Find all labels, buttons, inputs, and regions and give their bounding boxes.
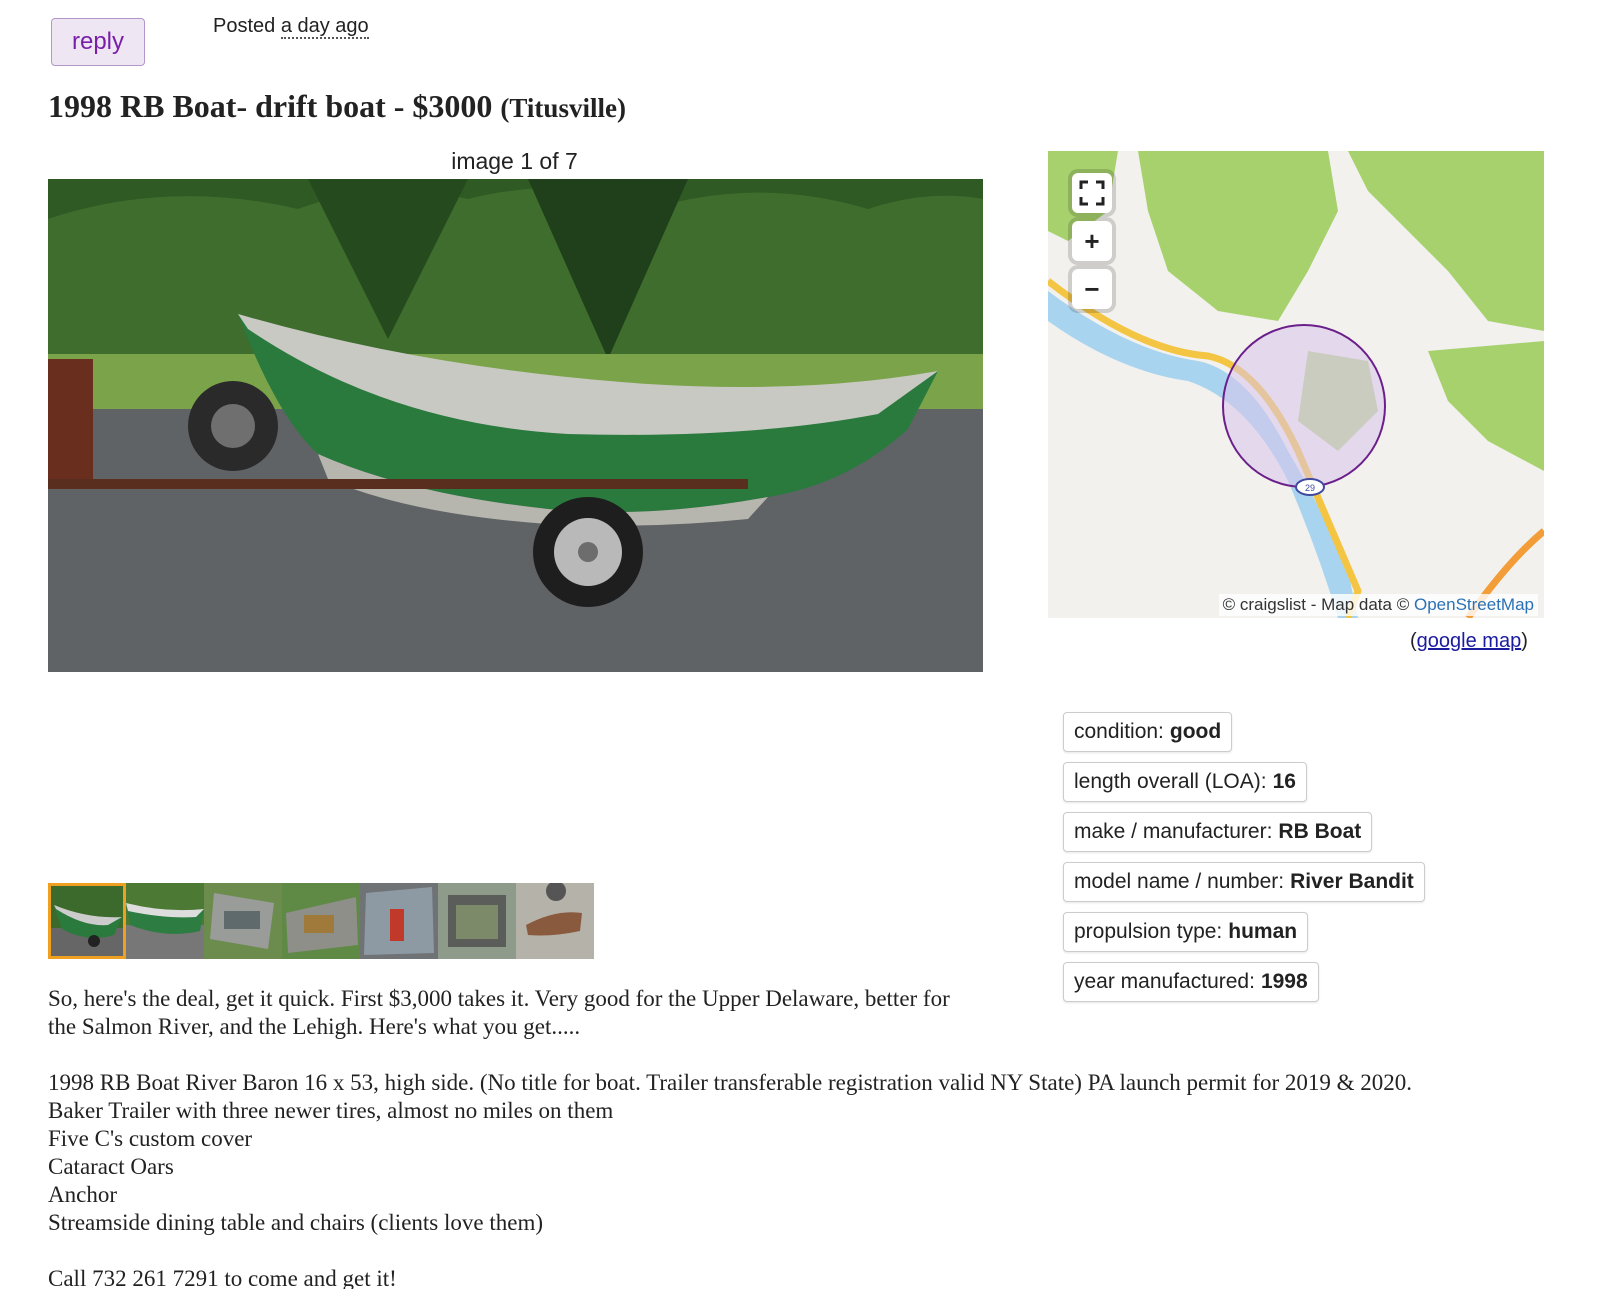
thumbnail[interactable] bbox=[126, 883, 204, 959]
attr-label: make / manufacturer: bbox=[1074, 820, 1273, 843]
attr-label: model name / number: bbox=[1074, 870, 1285, 893]
body-line: Five C's custom cover bbox=[48, 1126, 253, 1151]
attr-label: length overall (LOA): bbox=[1074, 770, 1267, 793]
location-map[interactable]: 29 + − © craigslist - Map data © OpenStr… bbox=[1048, 151, 1544, 618]
body-line: 1998 RB Boat River Baron 16 x 53, high s… bbox=[48, 1070, 1413, 1095]
body-line: Streamside dining table and chairs (clie… bbox=[48, 1210, 543, 1235]
posted-date: Posted a day ago bbox=[213, 15, 369, 39]
attr-label: propulsion type: bbox=[1074, 920, 1223, 943]
attr-value: River Bandit bbox=[1290, 870, 1414, 893]
posted-time: a day ago bbox=[280, 15, 369, 39]
google-map-link-wrap: (google map) bbox=[1410, 630, 1528, 653]
attr-value: 16 bbox=[1272, 770, 1296, 793]
attribution-prefix: © craigslist - Map data © bbox=[1222, 595, 1410, 614]
zoom-in-button[interactable]: + bbox=[1072, 221, 1112, 261]
posting-title-text: 1998 RB Boat- drift boat - $3000 bbox=[48, 88, 493, 124]
map-attribution: © craigslist - Map data © OpenStreetMap bbox=[1218, 594, 1538, 616]
openstreetmap-link[interactable]: OpenStreetMap bbox=[1414, 595, 1534, 614]
attr-value: good bbox=[1169, 720, 1222, 743]
attr-length: length overall (LOA): 16 bbox=[1063, 762, 1307, 802]
thumbnail[interactable] bbox=[438, 883, 516, 959]
attr-label: condition: bbox=[1074, 720, 1164, 743]
attr-value: RB Boat bbox=[1278, 820, 1362, 843]
body-line: So, here's the deal, get it quick. First… bbox=[48, 986, 950, 1011]
thumbnail[interactable] bbox=[282, 883, 360, 959]
attr-condition: condition: good bbox=[1063, 712, 1233, 752]
zoom-out-button[interactable]: − bbox=[1072, 269, 1112, 309]
posting-title: 1998 RB Boat- drift boat - $3000 (Titusv… bbox=[48, 88, 626, 125]
attr-propulsion: propulsion type: human bbox=[1063, 912, 1309, 952]
attr-model: model name / number: River Bandit bbox=[1063, 862, 1425, 902]
thumbnail[interactable] bbox=[48, 883, 126, 959]
attr-value: 1998 bbox=[1260, 970, 1308, 993]
thumbnail[interactable] bbox=[360, 883, 438, 959]
fullscreen-icon[interactable] bbox=[1072, 173, 1112, 213]
body-line: the Salmon River, and the Lehigh. Here's… bbox=[48, 1014, 581, 1039]
attr-year: year manufactured: 1998 bbox=[1063, 962, 1319, 1002]
posting-location: (Titusville) bbox=[500, 93, 626, 123]
posted-prefix: Posted bbox=[213, 15, 276, 37]
body-line: Cataract Oars bbox=[48, 1154, 174, 1179]
paren-open: ( bbox=[1410, 630, 1417, 652]
attr-label: year manufactured: bbox=[1074, 970, 1255, 993]
paren-close: ) bbox=[1521, 630, 1528, 652]
attr-value: human bbox=[1228, 920, 1298, 943]
main-image[interactable] bbox=[48, 179, 983, 672]
reply-button[interactable]: reply bbox=[51, 18, 145, 66]
google-map-link[interactable]: google map bbox=[1417, 630, 1522, 652]
image-counter: image 1 of 7 bbox=[451, 148, 578, 174]
thumbnail-strip bbox=[48, 883, 594, 959]
body-line: Baker Trailer with three newer tires, al… bbox=[48, 1098, 614, 1123]
thumbnail[interactable] bbox=[516, 883, 594, 959]
thumbnail[interactable] bbox=[204, 883, 282, 959]
route-badge: 29 bbox=[1305, 483, 1315, 493]
attr-make: make / manufacturer: RB Boat bbox=[1063, 812, 1373, 852]
body-line: Call 732 261 7291 to come and get it! bbox=[48, 1266, 397, 1289]
body-line: Anchor bbox=[48, 1182, 117, 1207]
